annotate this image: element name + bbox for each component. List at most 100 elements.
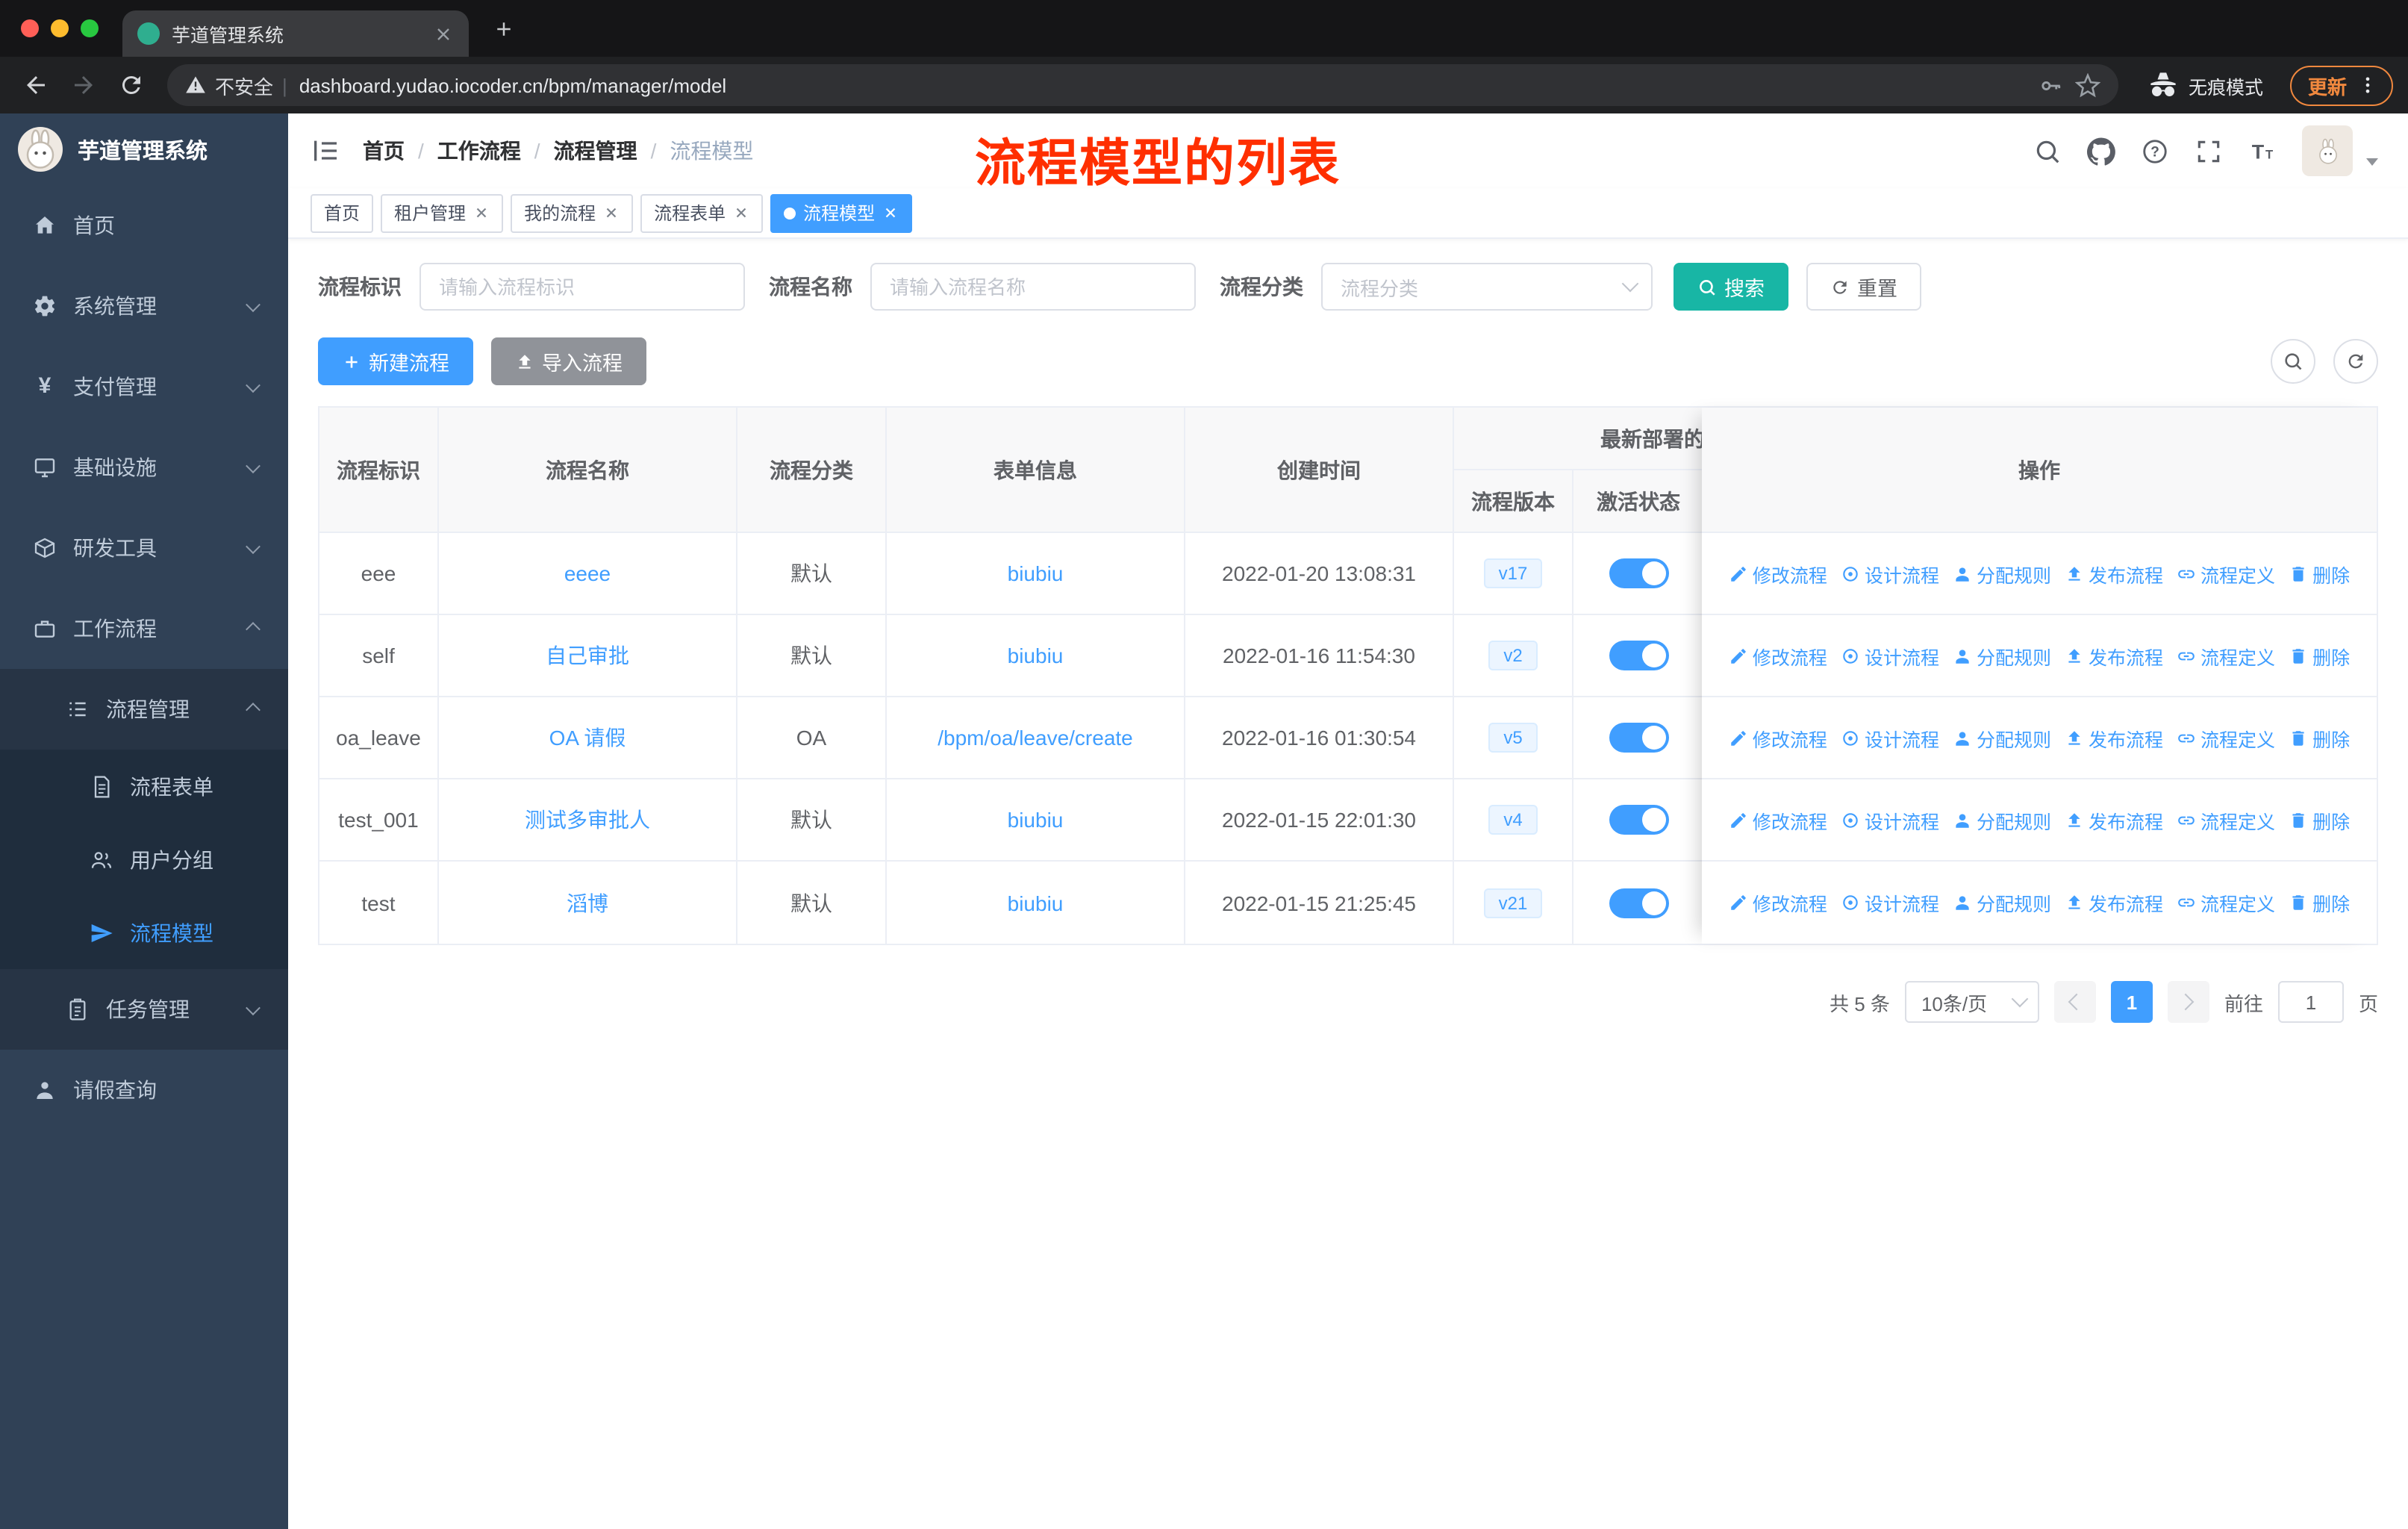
action-definition[interactable]: 流程定义 — [2177, 888, 2275, 917]
action-modify[interactable]: 修改流程 — [1729, 888, 1827, 917]
reset-button[interactable]: 重置 — [1806, 263, 1921, 311]
process-name-link[interactable]: 测试多审批人 — [525, 805, 650, 835]
search-icon[interactable] — [2033, 137, 2062, 165]
maximize-window-button[interactable] — [81, 19, 99, 37]
sidebar-item-system[interactable]: 系统管理 — [0, 266, 288, 346]
sidebar-collapse-button[interactable] — [309, 134, 342, 167]
action-publish[interactable]: 发布流程 — [2065, 559, 2163, 588]
action-definition[interactable]: 流程定义 — [2177, 806, 2275, 834]
breadcrumb-home[interactable]: 首页 — [363, 136, 405, 166]
next-page-button[interactable] — [2167, 981, 2209, 1023]
action-assign-rule[interactable]: 分配规则 — [1953, 806, 2051, 834]
form-info-link[interactable]: biubiu — [1008, 891, 1064, 915]
action-modify[interactable]: 修改流程 — [1729, 723, 1827, 752]
action-modify[interactable]: 修改流程 — [1729, 806, 1827, 834]
action-delete[interactable]: 删除 — [2289, 888, 2350, 917]
sidebar-item-leave-query[interactable]: 请假查询 — [0, 1050, 288, 1130]
prev-page-button[interactable] — [2053, 981, 2096, 1023]
close-icon[interactable] — [882, 205, 899, 221]
active-toggle[interactable] — [1609, 888, 1668, 918]
refresh-table-button[interactable] — [2333, 339, 2378, 384]
sidebar-item-dev-tools[interactable]: 研发工具 — [0, 508, 288, 588]
new-tab-button[interactable] — [484, 9, 523, 48]
action-delete[interactable]: 删除 — [2289, 723, 2350, 752]
action-publish[interactable]: 发布流程 — [2065, 641, 2163, 670]
action-assign-rule[interactable]: 分配规则 — [1953, 559, 2051, 588]
sidebar-item-process-model[interactable]: 流程模型 — [0, 896, 288, 969]
page-size-select[interactable]: 10条/页 — [1904, 981, 2039, 1023]
form-info-link[interactable]: biubiu — [1008, 644, 1064, 667]
github-icon[interactable] — [2087, 137, 2115, 165]
security-chip[interactable]: 不安全 | — [185, 71, 287, 99]
active-toggle[interactable] — [1609, 723, 1668, 753]
tag-home[interactable]: 首页 — [311, 193, 374, 232]
action-definition[interactable]: 流程定义 — [2177, 641, 2275, 670]
action-delete[interactable]: 删除 — [2289, 806, 2350, 834]
goto-page-input[interactable] — [2277, 981, 2344, 1023]
help-icon[interactable]: ? — [2141, 137, 2169, 165]
minimize-window-button[interactable] — [51, 19, 69, 37]
active-toggle[interactable] — [1609, 641, 1668, 670]
action-publish[interactable]: 发布流程 — [2065, 723, 2163, 752]
process-name-link[interactable]: eeee — [564, 561, 611, 585]
action-design[interactable]: 设计流程 — [1841, 806, 1939, 834]
breadcrumb-workflow[interactable]: 工作流程 — [437, 136, 521, 166]
sidebar-item-home[interactable]: 首页 — [0, 185, 288, 266]
process-name-link[interactable]: 自己审批 — [546, 641, 629, 670]
browser-update-chip[interactable]: 更新 — [2289, 65, 2393, 105]
password-key-icon[interactable] — [2038, 72, 2063, 98]
close-window-button[interactable] — [21, 19, 39, 37]
sidebar-item-process-management[interactable]: 流程管理 — [0, 669, 288, 750]
tag-my-process[interactable]: 我的流程 — [511, 193, 634, 232]
active-toggle[interactable] — [1609, 558, 1668, 588]
browser-tab[interactable]: 芋道管理系统 — [122, 10, 469, 57]
import-process-button[interactable]: 导入流程 — [491, 337, 646, 385]
process-category-select[interactable]: 流程分类 — [1321, 263, 1653, 311]
process-id-input[interactable] — [419, 263, 745, 311]
action-delete[interactable]: 删除 — [2289, 559, 2350, 588]
sidebar-item-process-form[interactable]: 流程表单 — [0, 750, 288, 823]
form-info-link[interactable]: biubiu — [1008, 808, 1064, 832]
action-design[interactable]: 设计流程 — [1841, 723, 1939, 752]
action-definition[interactable]: 流程定义 — [2177, 723, 2275, 752]
process-name-input[interactable] — [870, 263, 1196, 311]
process-name-link[interactable]: 滔博 — [567, 888, 608, 918]
fullscreen-icon[interactable] — [2195, 137, 2223, 165]
close-icon[interactable] — [733, 205, 749, 221]
back-button[interactable] — [15, 64, 57, 106]
tag-process-model[interactable]: 流程模型 — [770, 193, 913, 232]
action-design[interactable]: 设计流程 — [1841, 559, 1939, 588]
action-modify[interactable]: 修改流程 — [1729, 641, 1827, 670]
action-modify[interactable]: 修改流程 — [1729, 559, 1827, 588]
breadcrumb-process-management[interactable]: 流程管理 — [554, 136, 637, 166]
sidebar-item-payment[interactable]: ¥ 支付管理 — [0, 346, 288, 427]
font-size-icon[interactable]: TT — [2248, 137, 2277, 165]
create-process-button[interactable]: 新建流程 — [318, 337, 473, 385]
user-avatar[interactable] — [2302, 125, 2353, 176]
close-icon[interactable] — [603, 205, 620, 221]
tag-process-form[interactable]: 流程表单 — [640, 193, 764, 232]
tab-close-icon[interactable] — [433, 23, 454, 44]
action-assign-rule[interactable]: 分配规则 — [1953, 641, 2051, 670]
bookmark-star-icon[interactable] — [2074, 72, 2100, 98]
action-publish[interactable]: 发布流程 — [2065, 888, 2163, 917]
kebab-menu-icon[interactable] — [2357, 75, 2378, 96]
sidebar-item-workflow[interactable]: 工作流程 — [0, 588, 288, 669]
sidebar-item-task-management[interactable]: 任务管理 — [0, 969, 288, 1050]
active-toggle[interactable] — [1609, 805, 1668, 835]
tag-tenant[interactable]: 租户管理 — [381, 193, 504, 232]
reload-button[interactable] — [110, 64, 152, 106]
close-icon[interactable] — [473, 205, 490, 221]
action-assign-rule[interactable]: 分配规则 — [1953, 723, 2051, 752]
page-number-1[interactable]: 1 — [2110, 981, 2153, 1023]
process-name-link[interactable]: OA 请假 — [549, 723, 626, 753]
form-info-link[interactable]: biubiu — [1008, 561, 1064, 585]
sidebar-item-user-group[interactable]: 用户分组 — [0, 823, 288, 896]
form-info-link[interactable]: /bpm/oa/leave/create — [938, 726, 1133, 750]
forward-button[interactable] — [63, 64, 105, 106]
sidebar-item-infrastructure[interactable]: 基础设施 — [0, 427, 288, 508]
action-definition[interactable]: 流程定义 — [2177, 559, 2275, 588]
action-design[interactable]: 设计流程 — [1841, 641, 1939, 670]
action-design[interactable]: 设计流程 — [1841, 888, 1939, 917]
search-button[interactable]: 搜索 — [1674, 263, 1788, 311]
